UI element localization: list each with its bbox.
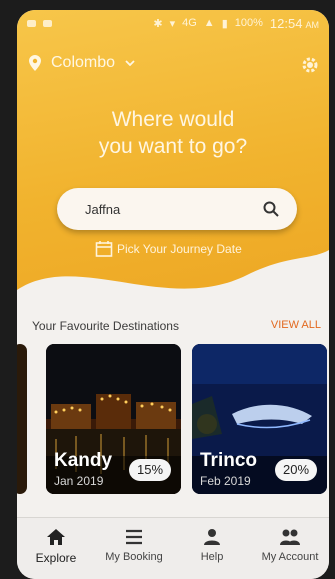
search-value: Jaffna (85, 201, 121, 217)
nav-label: My Account (261, 551, 319, 563)
battery-icon: ▮ (221, 17, 228, 30)
card-name: Trinco (200, 450, 258, 471)
clock: 12:54 AM (270, 16, 319, 31)
chevron-down-icon (125, 60, 135, 66)
app-screen: ✱ ▾ 4G ▲ ▮ 100% 12:54 AM Colombo Where w… (17, 10, 329, 579)
destination-card-trinco[interactable]: Trinco Feb 2019 20% (192, 344, 327, 494)
location-selector[interactable]: Colombo (29, 54, 135, 72)
card-date: Jan 2019 (54, 474, 104, 488)
settings-gear-icon[interactable] (301, 56, 319, 74)
hero-headline: Where would you want to go? (17, 106, 329, 160)
destination-search-input[interactable]: Jaffna (57, 188, 297, 230)
partial-destination-card[interactable] (17, 344, 27, 494)
hero-line-1: Where would (111, 108, 235, 131)
nav-explore[interactable]: Explore (17, 528, 95, 565)
nav-label: Help (200, 551, 224, 563)
card-name: Kandy (54, 450, 113, 471)
calendar-icon (95, 241, 113, 257)
nav-label: My Booking (105, 551, 163, 563)
clock-time: 12:54 (269, 15, 303, 31)
location-pin-icon (29, 55, 41, 71)
notification-icon (27, 19, 36, 27)
hero-wave (17, 250, 329, 310)
nav-my-booking[interactable]: My Booking (95, 528, 173, 563)
app-notification-icon (43, 19, 52, 27)
location-label: Colombo (51, 54, 116, 71)
wifi-icon: ▾ (169, 17, 176, 30)
person-icon (204, 529, 220, 545)
bluetooth-icon: ✱ (153, 17, 163, 30)
people-icon (280, 529, 300, 545)
hero-line-2: you want to go? (98, 135, 248, 158)
pick-journey-label: Pick Your Journey Date (117, 242, 242, 256)
battery-level: 100% (234, 17, 263, 29)
home-icon (47, 529, 65, 545)
discount-badge: 15% (129, 459, 171, 481)
network-type: 4G (182, 17, 197, 29)
bottom-navigation: Explore My Booking Help My Account (17, 517, 329, 579)
favourites-title: Your Favourite Destinations (32, 319, 179, 333)
discount-badge: 20% (275, 459, 317, 481)
search-icon[interactable] (263, 201, 279, 217)
card-date: Feb 2019 (200, 474, 251, 488)
clock-ampm: AM (305, 19, 320, 30)
destination-card-kandy[interactable]: Kandy Jan 2019 15% (46, 344, 181, 494)
nav-label: Explore (35, 551, 77, 565)
signal-icon: ▲ (203, 17, 215, 29)
view-all-link[interactable]: VIEW ALL (271, 319, 321, 331)
nav-help[interactable]: Help (173, 528, 251, 563)
list-icon (126, 529, 142, 545)
status-bar: ✱ ▾ 4G ▲ ▮ 100% 12:54 AM (17, 10, 329, 36)
nav-my-account[interactable]: My Account (251, 528, 329, 563)
pick-journey-date[interactable]: Pick Your Journey Date (95, 240, 242, 258)
